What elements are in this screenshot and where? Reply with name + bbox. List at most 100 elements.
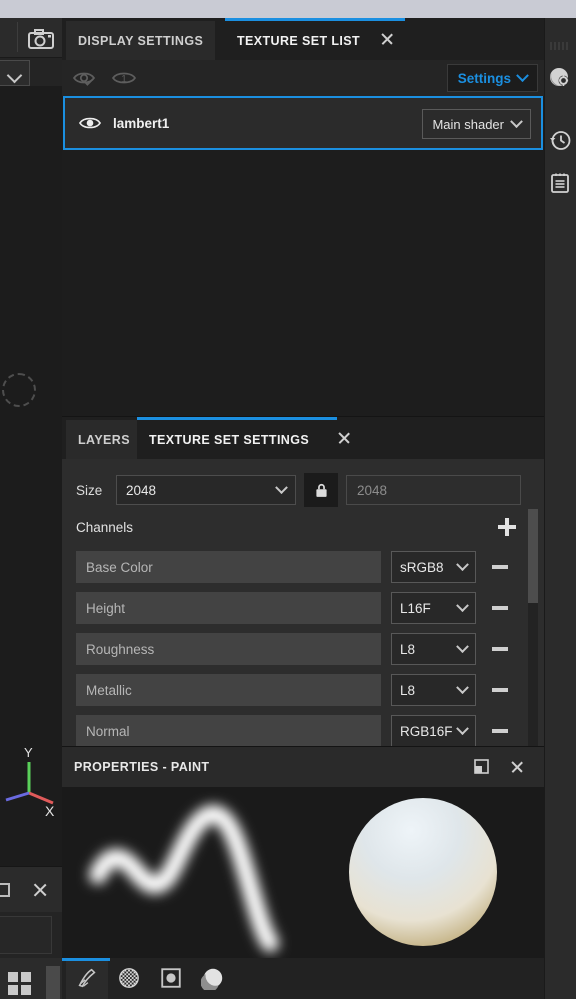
channel-row[interactable]: Normal RGB16F [76,715,531,747]
tab-brush[interactable] [66,961,108,999]
brush-preview [62,787,544,958]
properties-paint-panel: PROPERTIES - PAINT [62,746,544,999]
tab-label: LAYERS [78,432,130,447]
channel-row[interactable]: Height L16F [76,592,531,624]
viewport-sub-panel [0,866,62,912]
close-icon[interactable] [335,429,353,447]
minus-icon[interactable] [492,565,508,569]
size-row: Size 2048 2048 [76,473,521,507]
channel-row[interactable]: Metallic L8 [76,674,531,706]
size-width-select[interactable]: 2048 [116,475,296,505]
viewport-scrollbar[interactable] [46,966,60,999]
channel-format-select[interactable]: L8 [391,674,476,706]
eye-icon[interactable] [78,112,102,134]
channel-name[interactable]: Base Color [76,551,381,583]
channel-row[interactable]: Base Color sRGB8 [76,551,531,583]
tab-layers[interactable]: LAYERS [66,420,142,459]
tab-material[interactable] [192,961,234,999]
svg-text:1: 1 [121,74,127,85]
channels-title: Channels [76,520,134,535]
tab-label: DISPLAY SETTINGS [78,33,204,48]
tab-texture-set-settings[interactable]: TEXTURE SET SETTINGS [137,420,322,459]
viewport-field[interactable] [0,916,52,954]
scrollbar-thumb[interactable] [528,509,538,603]
viewport-dropdown[interactable] [0,60,30,86]
close-icon[interactable] [30,880,50,900]
tab-texture-set-list[interactable]: TEXTURE SET LIST [225,21,373,60]
channel-name[interactable]: Normal [76,715,381,747]
camera-icon[interactable] [26,28,56,50]
texture-set-list-tabbar: DISPLAY SETTINGS TEXTURE SET LIST [62,18,544,60]
right-rail [544,18,576,999]
channels-scrollbar[interactable] [528,509,538,777]
history-clock-icon[interactable] [548,128,572,152]
texture-set-item[interactable]: lambert1 Main shader [63,96,543,150]
lock-icon [315,483,327,497]
channel-name[interactable]: Height [76,592,381,624]
float-panel-icon[interactable] [474,759,489,774]
channel-format-value: sRGB8 [400,559,444,575]
plus-icon[interactable] [498,518,516,536]
channel-row[interactable]: Roughness L8 [76,633,531,665]
material-sphere-icon [200,966,225,995]
channel-format-value: L16F [400,600,431,616]
channel-format-select[interactable]: RGB16F [391,715,476,747]
minus-icon[interactable] [492,729,508,733]
size-height-field[interactable]: 2048 [346,475,521,505]
chevron-down-icon [456,721,469,735]
tab-label: TEXTURE SET SETTINGS [149,432,310,447]
axis-gizmo: Y X [0,743,62,823]
shader-select[interactable]: Main shader [422,109,531,139]
channels-list: Base Color sRGB8 Height L16F Roughness L… [76,551,531,756]
channel-name[interactable]: Roughness [76,633,381,665]
svg-text:Y: Y [24,745,33,760]
texture-set-list-toolbar: 1 Settings [62,60,544,96]
tab-display-settings[interactable]: DISPLAY SETTINGS [66,21,216,60]
chevron-down-icon [456,557,469,571]
eye-check-icon[interactable] [72,66,96,90]
minus-icon[interactable] [492,606,508,610]
texture-set-list: lambert1 Main shader [62,96,544,416]
alpha-checker-icon [117,966,141,995]
grid-icon[interactable] [8,972,32,996]
size-height-value: 2048 [357,482,388,498]
channel-format-value: L8 [400,641,416,657]
notepad-list-icon[interactable] [548,171,572,195]
minus-icon[interactable] [492,647,508,651]
chevron-down-icon [275,480,288,494]
channel-format-select[interactable]: sRGB8 [391,551,476,583]
chevron-down-icon [456,639,469,653]
drag-dots-icon[interactable] [550,42,570,50]
viewport-toolbar [0,18,62,58]
texture-set-name: lambert1 [113,115,170,131]
chevron-down-icon [510,114,523,128]
eye-one-icon[interactable]: 1 [111,66,137,90]
texture-set-settings-body: Size 2048 2048 Channels Base Color sRGB8… [62,459,544,777]
tab-label: TEXTURE SET LIST [237,33,361,48]
minus-icon[interactable] [492,688,508,692]
chevron-down-icon [456,598,469,612]
close-icon[interactable] [508,758,526,776]
center-column: DISPLAY SETTINGS TEXTURE SET LIST 1 Sett… [62,18,544,999]
tab-alpha[interactable] [108,961,150,999]
channel-format-select[interactable]: L8 [391,633,476,665]
rail-divider [544,18,545,999]
material-sphere-preview [349,798,497,946]
float-panel-icon[interactable] [0,883,10,897]
shader-settings-icon[interactable] [548,66,572,90]
svg-text:X: X [45,803,55,819]
channel-format-select[interactable]: L16F [391,592,476,624]
properties-header: PROPERTIES - PAINT [62,747,544,787]
size-lock-button[interactable] [304,473,338,507]
toolbar-divider [17,22,18,52]
tab-stencil[interactable] [150,961,192,999]
shader-label: Main shader [432,116,504,132]
rail-empty-area [549,203,576,999]
settings-button[interactable]: Settings [446,64,538,92]
close-icon[interactable] [378,30,396,48]
app-root: Y X DISPLAY SETTINGS TEXTURE SET LIST 1 … [0,0,576,999]
size-label: Size [76,482,103,498]
channel-name[interactable]: Metallic [76,674,381,706]
brush-stroke-icon [75,966,99,995]
texture-set-settings-tabbar: LAYERS TEXTURE SET SETTINGS [62,417,544,459]
